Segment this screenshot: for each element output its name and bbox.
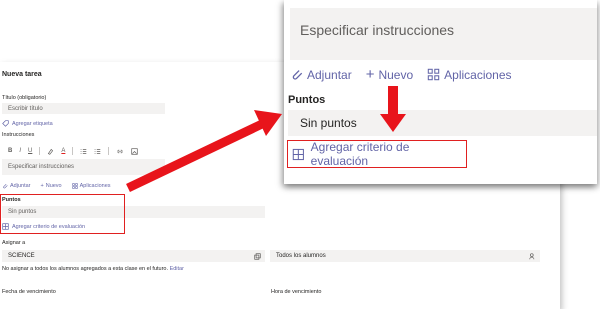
down-arrow: [380, 86, 406, 132]
annotation-arrows: [126, 86, 406, 193]
diagonal-arrow: [126, 110, 282, 193]
